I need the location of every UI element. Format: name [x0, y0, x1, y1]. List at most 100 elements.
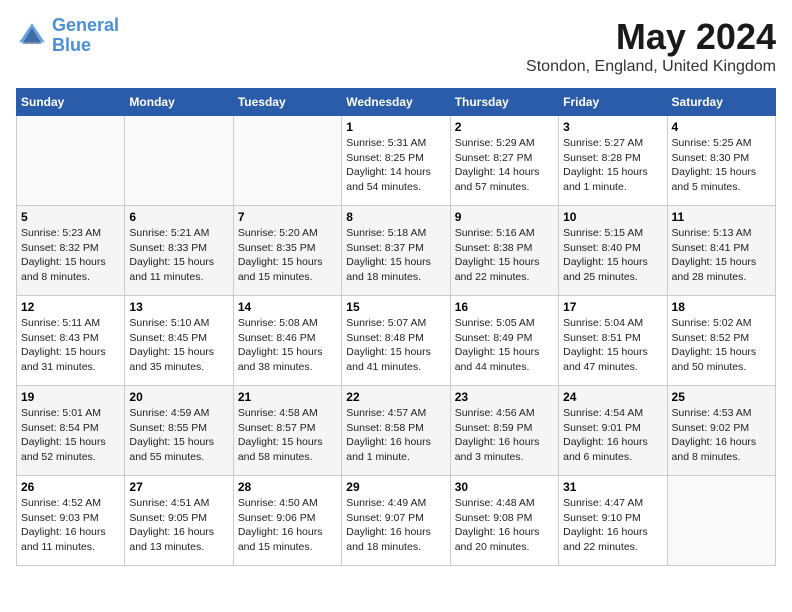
week-row-4: 19 Sunrise: 5:01 AM Sunset: 8:54 PM Dayli…	[17, 386, 776, 476]
day-number: 15	[346, 300, 445, 314]
day-number: 2	[455, 120, 554, 134]
day-info: Sunrise: 5:04 AM Sunset: 8:51 PM Dayligh…	[563, 316, 662, 375]
day-info: Sunrise: 5:23 AM Sunset: 8:32 PM Dayligh…	[21, 226, 120, 285]
day-cell: 25Sunrise: 4:53 AM Sunset: 9:02 PM Dayli…	[667, 386, 775, 476]
day-info: Sunrise: 5:27 AM Sunset: 8:28 PM Dayligh…	[563, 136, 662, 195]
day-number: 22	[346, 390, 445, 404]
header-wednesday: Wednesday	[342, 89, 450, 116]
day-info: Sunrise: 5:16 AM Sunset: 8:38 PM Dayligh…	[455, 226, 554, 285]
title-block: May 2024 Stondon, England, United Kingdo…	[526, 16, 776, 76]
day-info: Sunrise: 5:11 AM Sunset: 8:43 PM Dayligh…	[21, 316, 120, 375]
day-cell: 6 Sunrise: 5:21 AM Sunset: 8:33 PM Daylig…	[125, 206, 233, 296]
day-info: Sunrise: 5:21 AM Sunset: 8:33 PM Dayligh…	[129, 226, 228, 285]
day-info: Sunrise: 4:50 AM Sunset: 9:06 PM Dayligh…	[238, 496, 337, 555]
day-number: 9	[455, 210, 554, 224]
day-cell: 7Sunrise: 5:20 AM Sunset: 8:35 PM Daylig…	[233, 206, 341, 296]
day-number: 18	[672, 300, 771, 314]
day-cell: 22 Sunrise: 4:57 AM Sunset: 8:58 PM Dayli…	[342, 386, 450, 476]
header-friday: Friday	[559, 89, 667, 116]
day-number: 21	[238, 390, 337, 404]
day-cell: 17 Sunrise: 5:04 AM Sunset: 8:51 PM Dayli…	[559, 296, 667, 386]
day-number: 16	[455, 300, 554, 314]
day-info: Sunrise: 4:59 AM Sunset: 8:55 PM Dayligh…	[129, 406, 228, 465]
day-info: Sunrise: 5:02 AM Sunset: 8:52 PM Dayligh…	[672, 316, 771, 375]
day-cell: 26 Sunrise: 4:52 AM Sunset: 9:03 PM Dayli…	[17, 476, 125, 566]
day-cell: 18 Sunrise: 5:02 AM Sunset: 8:52 PM Dayli…	[667, 296, 775, 386]
day-info: Sunrise: 4:51 AM Sunset: 9:05 PM Dayligh…	[129, 496, 228, 555]
day-cell: 3 Sunrise: 5:27 AM Sunset: 8:28 PM Daylig…	[559, 116, 667, 206]
day-info: Sunrise: 5:07 AM Sunset: 8:48 PM Dayligh…	[346, 316, 445, 375]
day-cell: 11 Sunrise: 5:13 AM Sunset: 8:41 PM Dayli…	[667, 206, 775, 296]
header-tuesday: Tuesday	[233, 89, 341, 116]
day-cell	[17, 116, 125, 206]
day-cell: 31 Sunrise: 4:47 AM Sunset: 9:10 PM Dayli…	[559, 476, 667, 566]
day-number: 31	[563, 480, 662, 494]
day-info: Sunrise: 4:57 AM Sunset: 8:58 PM Dayligh…	[346, 406, 445, 465]
day-info: Sunrise: 5:20 AM Sunset: 8:35 PM Dayligh…	[238, 226, 337, 285]
day-cell: 13 Sunrise: 5:10 AM Sunset: 8:45 PM Dayli…	[125, 296, 233, 386]
day-cell: 20 Sunrise: 4:59 AM Sunset: 8:55 PM Dayli…	[125, 386, 233, 476]
week-row-1: 1 Sunrise: 5:31 AM Sunset: 8:25 PM Daylig…	[17, 116, 776, 206]
day-cell: 2 Sunrise: 5:29 AM Sunset: 8:27 PM Daylig…	[450, 116, 558, 206]
week-row-5: 26 Sunrise: 4:52 AM Sunset: 9:03 PM Dayli…	[17, 476, 776, 566]
day-number: 12	[21, 300, 120, 314]
day-number: 11	[672, 210, 771, 224]
day-number: 23	[455, 390, 554, 404]
logo: General Blue	[16, 16, 119, 56]
header-thursday: Thursday	[450, 89, 558, 116]
day-cell: 10 Sunrise: 5:15 AM Sunset: 8:40 PM Dayli…	[559, 206, 667, 296]
day-info: Sunrise: 5:08 AM Sunset: 8:46 PM Dayligh…	[238, 316, 337, 375]
day-cell: 23 Sunrise: 4:56 AM Sunset: 8:59 PM Dayli…	[450, 386, 558, 476]
day-info: Sunrise: 5:29 AM Sunset: 8:27 PM Dayligh…	[455, 136, 554, 195]
day-number: 27	[129, 480, 228, 494]
day-number: 5	[21, 210, 120, 224]
page-header: General Blue May 2024 Stondon, England, …	[16, 16, 776, 76]
day-number: 19	[21, 390, 120, 404]
day-number: 28	[238, 480, 337, 494]
day-number: 30	[455, 480, 554, 494]
day-number: 10	[563, 210, 662, 224]
day-info: Sunrise: 5:31 AM Sunset: 8:25 PM Dayligh…	[346, 136, 445, 195]
day-number: 3	[563, 120, 662, 134]
main-title: May 2024	[526, 16, 776, 58]
day-number: 6	[129, 210, 228, 224]
day-number: 24	[563, 390, 662, 404]
day-cell: 15 Sunrise: 5:07 AM Sunset: 8:48 PM Dayli…	[342, 296, 450, 386]
day-cell: 27 Sunrise: 4:51 AM Sunset: 9:05 PM Dayli…	[125, 476, 233, 566]
day-info: Sunrise: 4:58 AM Sunset: 8:57 PM Dayligh…	[238, 406, 337, 465]
day-info: Sunrise: 4:52 AM Sunset: 9:03 PM Dayligh…	[21, 496, 120, 555]
day-number: 29	[346, 480, 445, 494]
day-number: 20	[129, 390, 228, 404]
day-number: 1	[346, 120, 445, 134]
day-info: Sunrise: 5:25 AM Sunset: 8:30 PM Dayligh…	[672, 136, 771, 195]
day-cell: 28 Sunrise: 4:50 AM Sunset: 9:06 PM Dayli…	[233, 476, 341, 566]
day-number: 13	[129, 300, 228, 314]
day-cell: 12 Sunrise: 5:11 AM Sunset: 8:43 PM Dayli…	[17, 296, 125, 386]
day-cell: 14Sunrise: 5:08 AM Sunset: 8:46 PM Dayli…	[233, 296, 341, 386]
day-number: 17	[563, 300, 662, 314]
day-info: Sunrise: 5:13 AM Sunset: 8:41 PM Dayligh…	[672, 226, 771, 285]
day-info: Sunrise: 4:56 AM Sunset: 8:59 PM Dayligh…	[455, 406, 554, 465]
day-cell: 24 Sunrise: 4:54 AM Sunset: 9:01 PM Dayli…	[559, 386, 667, 476]
day-info: Sunrise: 4:47 AM Sunset: 9:10 PM Dayligh…	[563, 496, 662, 555]
day-cell	[667, 476, 775, 566]
day-cell	[233, 116, 341, 206]
day-info: Sunrise: 5:01 AM Sunset: 8:54 PM Dayligh…	[21, 406, 120, 465]
day-number: 26	[21, 480, 120, 494]
day-cell: 8Sunrise: 5:18 AM Sunset: 8:37 PM Daylig…	[342, 206, 450, 296]
day-cell: 9 Sunrise: 5:16 AM Sunset: 8:38 PM Daylig…	[450, 206, 558, 296]
day-cell: 4Sunrise: 5:25 AM Sunset: 8:30 PM Daylig…	[667, 116, 775, 206]
day-cell	[125, 116, 233, 206]
logo-icon	[16, 20, 48, 52]
day-number: 8	[346, 210, 445, 224]
day-cell: 16Sunrise: 5:05 AM Sunset: 8:49 PM Dayli…	[450, 296, 558, 386]
day-info: Sunrise: 4:48 AM Sunset: 9:08 PM Dayligh…	[455, 496, 554, 555]
day-info: Sunrise: 5:15 AM Sunset: 8:40 PM Dayligh…	[563, 226, 662, 285]
calendar-table: SundayMondayTuesdayWednesdayThursdayFrid…	[16, 88, 776, 566]
day-cell: 19 Sunrise: 5:01 AM Sunset: 8:54 PM Dayli…	[17, 386, 125, 476]
calendar-header-row: SundayMondayTuesdayWednesdayThursdayFrid…	[17, 89, 776, 116]
day-info: Sunrise: 5:10 AM Sunset: 8:45 PM Dayligh…	[129, 316, 228, 375]
header-saturday: Saturday	[667, 89, 775, 116]
week-row-2: 5 Sunrise: 5:23 AM Sunset: 8:32 PM Daylig…	[17, 206, 776, 296]
day-info: Sunrise: 4:54 AM Sunset: 9:01 PM Dayligh…	[563, 406, 662, 465]
